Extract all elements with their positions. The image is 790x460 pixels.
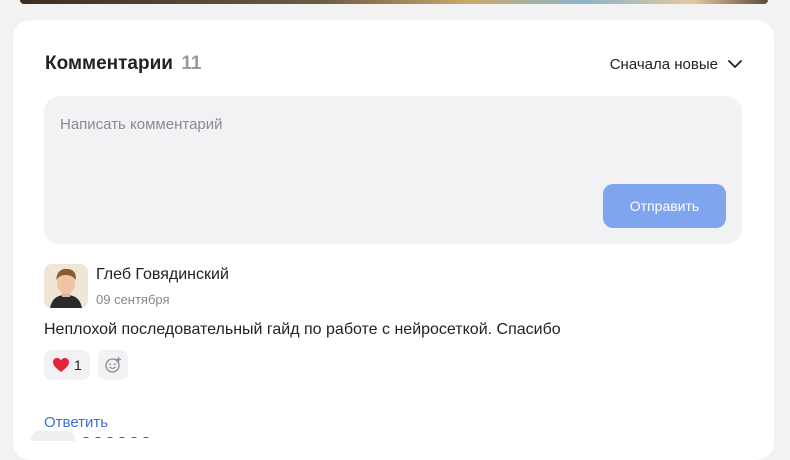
avatar[interactable] bbox=[44, 264, 88, 308]
chevron-down-icon bbox=[728, 59, 742, 68]
sort-dropdown[interactable]: Сначала новые bbox=[610, 56, 742, 73]
next-comment-author-partial bbox=[83, 431, 173, 438]
comments-count: 11 bbox=[181, 53, 202, 74]
comment-date: 09 сентября bbox=[96, 292, 170, 307]
author-name[interactable]: Глеб Говядинский bbox=[96, 266, 229, 284]
comments-header: Комментарии 11 Сначала новые bbox=[45, 52, 742, 76]
add-reaction-icon bbox=[105, 356, 121, 373]
sort-label: Сначала новые bbox=[609, 55, 718, 73]
add-reaction-button[interactable] bbox=[97, 350, 128, 380]
heart-reaction-button[interactable]: 1 bbox=[44, 350, 90, 380]
reaction-count: 1 bbox=[74, 357, 82, 373]
comment-composer[interactable]: Написать комментарий Отправить bbox=[44, 96, 742, 244]
comment-input[interactable]: Написать комментарий bbox=[60, 116, 223, 133]
reactions: 1 bbox=[44, 350, 128, 380]
comments-heading: Комментарии 11 bbox=[45, 53, 202, 75]
avatar-photo bbox=[44, 264, 88, 308]
send-button[interactable]: Отправить bbox=[603, 184, 726, 228]
article-image-bottom-edge bbox=[20, 0, 768, 4]
reply-link[interactable]: Ответить bbox=[44, 414, 108, 431]
comment-text: Неплохой последовательный гайд по работе… bbox=[44, 321, 561, 338]
next-comment-avatar bbox=[31, 431, 75, 441]
comments-title: Комментарии bbox=[45, 53, 173, 74]
heart-icon bbox=[53, 358, 69, 372]
comments-card: Комментарии 11 Сначала новые Написать ко… bbox=[13, 20, 774, 460]
